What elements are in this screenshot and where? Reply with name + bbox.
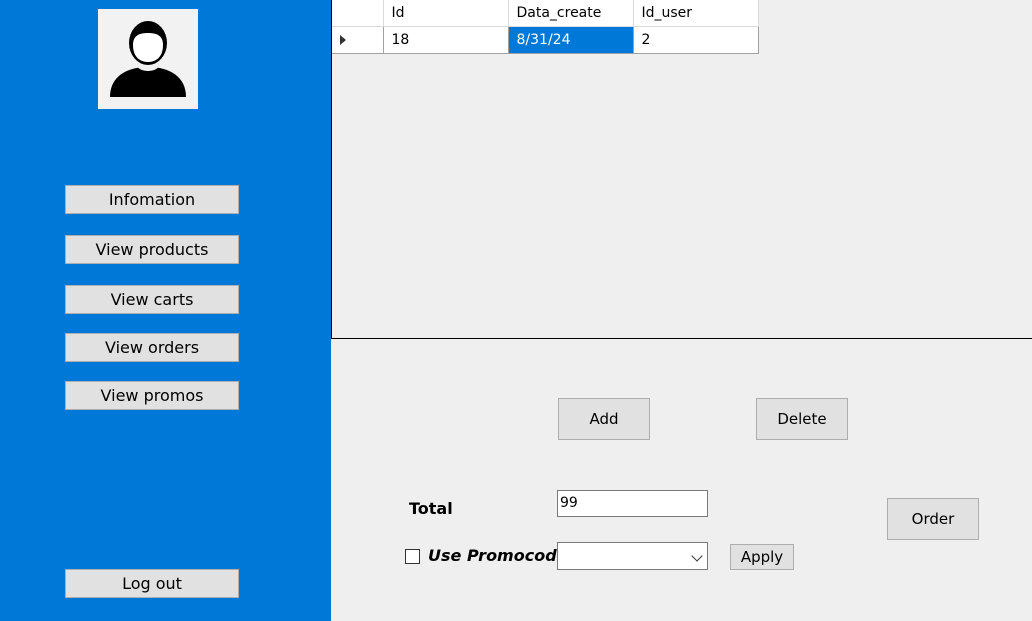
cell-data-create[interactable]: 8/31/24 xyxy=(508,26,634,54)
column-header-data-create[interactable]: Data_create xyxy=(508,0,634,27)
nav-view-products-button[interactable]: View products xyxy=(65,235,239,264)
promocode-select[interactable] xyxy=(557,542,708,570)
cell-id-user[interactable]: 2 xyxy=(633,26,759,54)
orders-grid[interactable]: Id Data_create Id_user 18 8/31/24 2 xyxy=(331,0,1032,339)
total-label: Total xyxy=(409,499,453,518)
nav-view-orders-button[interactable]: View orders xyxy=(65,333,239,362)
use-promocode-checkbox[interactable] xyxy=(405,549,420,564)
apply-button[interactable]: Apply xyxy=(730,544,794,570)
table-row[interactable]: 18 8/31/24 2 xyxy=(332,26,759,54)
cell-id[interactable]: 18 xyxy=(383,26,509,54)
nav-information-button[interactable]: Infomation xyxy=(65,185,239,214)
chevron-down-icon[interactable] xyxy=(691,550,703,562)
column-header-id-user[interactable]: Id_user xyxy=(633,0,759,27)
nav-view-carts-button[interactable]: View carts xyxy=(65,285,239,314)
logout-button[interactable]: Log out xyxy=(65,569,239,598)
user-avatar-icon xyxy=(98,9,198,109)
nav-view-promos-button[interactable]: View promos xyxy=(65,381,239,410)
current-row-arrow-icon xyxy=(340,34,346,45)
order-button[interactable]: Order xyxy=(887,498,979,540)
row-header-corner xyxy=(332,0,384,27)
delete-button[interactable]: Delete xyxy=(756,398,848,440)
use-promocode-label[interactable]: Use Promocode xyxy=(428,546,568,565)
sidebar: Infomation View products View carts View… xyxy=(0,0,331,621)
add-button[interactable]: Add xyxy=(558,398,650,440)
total-input[interactable]: 99 xyxy=(557,490,708,517)
row-header-cell[interactable] xyxy=(332,26,384,54)
column-header-id[interactable]: Id xyxy=(383,0,509,27)
orders-table: Id Data_create Id_user 18 8/31/24 2 xyxy=(332,0,759,54)
table-header-row: Id Data_create Id_user xyxy=(332,0,759,27)
